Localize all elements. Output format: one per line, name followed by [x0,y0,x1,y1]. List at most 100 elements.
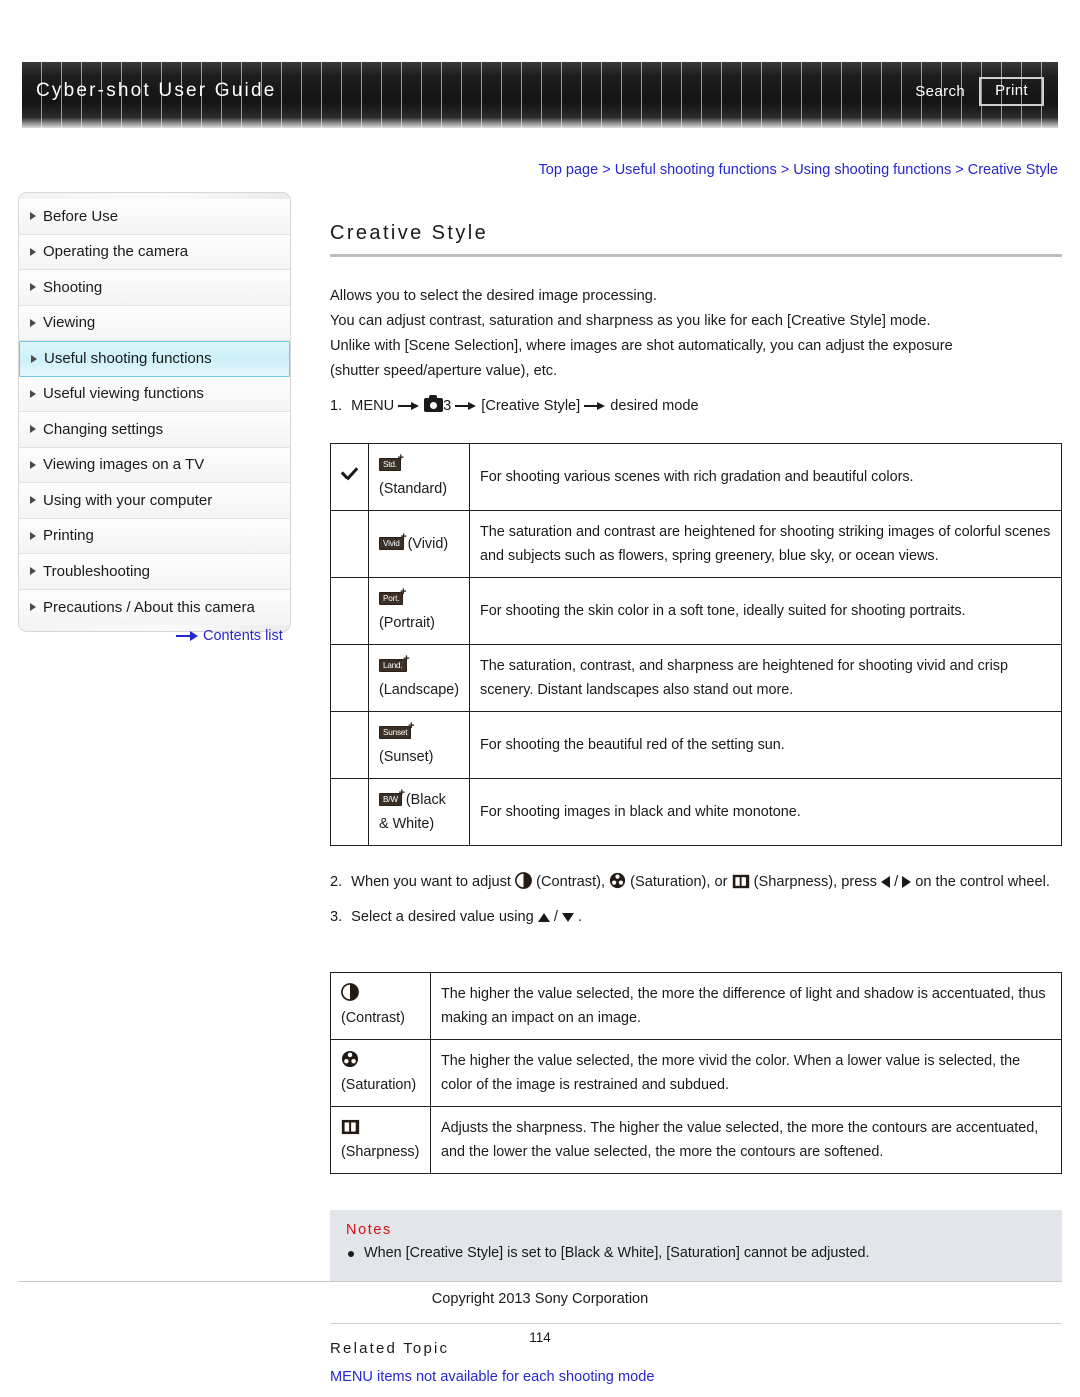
param-cell: (Contrast) [330,972,431,1040]
chevron-right-icon [30,425,36,434]
arrow-right-icon [176,631,198,641]
sidebar-item-shooting[interactable]: Shooting [19,270,290,306]
step-1: 1. MENU 3 [Creative Style] desired mode [330,394,1062,419]
intro-line: You can adjust contrast, saturation and … [330,313,931,329]
landscape-badge-icon: Land. + [379,654,410,672]
search-link[interactable]: Search [915,83,965,100]
step-number: 2. [330,874,343,890]
related-topic-link[interactable]: MENU items not available for each shooti… [330,1369,1062,1385]
param-cell: (Sharpness) [330,1106,431,1174]
sidebar-item-label: Changing settings [43,420,164,438]
step-2-t2: (Contrast), [536,874,606,890]
intro-line: Unlike with [Scene Selection], where ima… [330,338,953,354]
sidebar-item-viewing[interactable]: Viewing [19,305,290,341]
footer-divider [18,1281,1062,1282]
step-3-body: Select a desired value using / . [351,905,582,930]
copyright-text: Copyright 2013 Sony Corporation [431,1291,649,1307]
site-header: Cyber-shot User Guide Search Print [22,62,1058,128]
step-3-t1: Select a desired value using [351,909,534,925]
contents-list-link[interactable]: Contents list [176,628,283,644]
step-3-t3: . [578,909,583,925]
step-1-tab: 3 [443,398,452,414]
mode-label: (Standard) [379,481,447,497]
step-3: 3. Select a desired value using / . [330,905,1062,930]
step-2-t1: When you want to adjust [351,874,511,890]
note-item: When [Creative Style] is set to [Black &… [346,1242,1046,1265]
arrow-down-icon [561,912,574,922]
contents-list-label: Contents list [203,628,283,644]
sidebar-item-useful-shooting-functions[interactable]: Useful shooting functions [19,341,290,377]
intro-line: Allows you to select the desired image p… [330,288,657,304]
page-root: Cyber-shot User Guide Search Print Top p… [0,0,1080,1397]
mode-cell: Std. + (Standard) [368,443,470,511]
param-description: The higher the value selected, the more … [430,972,1062,1040]
sidebar-item-before-use[interactable]: Before Use [19,199,290,235]
mode-label: (Vivid) [407,536,449,552]
saturation-icon [341,1050,359,1068]
mode-description: For shooting the beautiful red of the se… [469,711,1062,779]
creative-style-table: Std. + (Standard) For shooting various sc… [330,443,1062,846]
table-row: Std. + (Standard) For shooting various sc… [330,443,1062,511]
saturation-icon [609,872,626,889]
step-2-t3: (Saturation), or [630,874,728,890]
sidebar-item-label: Viewing images on a TV [43,456,205,474]
step-1-target: desired mode [610,398,699,414]
black-white-badge-icon: B/W + [379,788,405,806]
sidebar-item-changing-settings[interactable]: Changing settings [19,412,290,448]
sidebar-item-label: Using with your computer [43,491,213,509]
arrow-right-icon [902,876,912,889]
notes-title: Notes [346,1222,392,1238]
chevron-right-icon [30,318,36,327]
chevron-right-icon [30,603,36,612]
intro-text: Allows you to select the desired image p… [330,284,1062,384]
step-2-t6: on the [915,874,956,890]
header-actions: Search Print [915,76,1058,106]
mode-description: The saturation, contrast, and sharpness … [469,644,1062,712]
step-2: 2. When you want to adjust (Contrast), (… [330,870,1062,895]
page-title: Creative Style [330,222,489,244]
mode-description: The saturation and contrast are heighten… [469,510,1062,578]
sidebar-item-printing[interactable]: Printing [19,518,290,554]
param-description: Adjusts the sharpness. The higher the va… [430,1106,1062,1174]
param-cell: (Saturation) [330,1039,431,1107]
table-row: (Contrast) The higher the value selected… [330,972,1062,1040]
mode-label: (Portrait) [379,615,435,631]
sunset-badge-icon: Sunset + [379,721,415,739]
sidebar-item-label: Useful shooting functions [44,350,212,368]
chevron-right-icon [31,354,37,363]
camera-icon [424,395,444,412]
sidebar-item-viewing-images-on-a-tv[interactable]: Viewing images on a TV [19,447,290,483]
selected-marker-cell [330,711,369,779]
step-number: 1. [330,398,343,414]
chevron-right-icon [30,567,36,576]
adjustment-table: (Contrast) The higher the value selected… [330,972,1062,1174]
chevron-right-icon [30,283,36,292]
site-title: Cyber-shot User Guide [36,80,277,101]
sidebar-item-label: Viewing [43,314,96,332]
title-divider [330,254,1062,257]
chevron-right-icon [30,496,36,505]
sidebar-item-useful-viewing-functions[interactable]: Useful viewing functions [19,376,290,412]
sidebar-item-operating-the-camera[interactable]: Operating the camera [19,234,290,270]
sidebar-item-label: Before Use [43,207,119,225]
breadcrumb[interactable]: Top page > Useful shooting functions > U… [539,162,1059,178]
selected-marker-cell [330,778,369,846]
chevron-right-icon [30,389,36,398]
sidebar-item-label: Troubleshooting [43,562,151,580]
step-1-body: MENU 3 [Creative Style] desired mode [351,394,699,419]
sidebar-item-troubleshooting[interactable]: Troubleshooting [19,554,290,590]
param-description: The higher the value selected, the more … [430,1039,1062,1107]
arrow-right-icon [455,401,477,411]
table-row: B/W + (Black & White) For shooting images… [330,778,1062,846]
mode-label: (Landscape) [379,682,459,698]
print-button[interactable]: Print [979,76,1044,106]
chevron-right-icon [30,460,36,469]
sidebar-item-precautions-about-this-camera[interactable]: Precautions / About this camera [19,589,290,625]
sidebar-item-using-with-your-computer[interactable]: Using with your computer [19,483,290,519]
step-2-t4: (Sharpness), press [753,874,877,890]
check-icon [341,466,362,481]
selected-marker-cell [330,510,369,578]
main-content: Creative Style Allows you to select the … [330,222,1062,1397]
arrow-right-icon [398,401,420,411]
std-badge-icon: Std. + [379,453,404,471]
